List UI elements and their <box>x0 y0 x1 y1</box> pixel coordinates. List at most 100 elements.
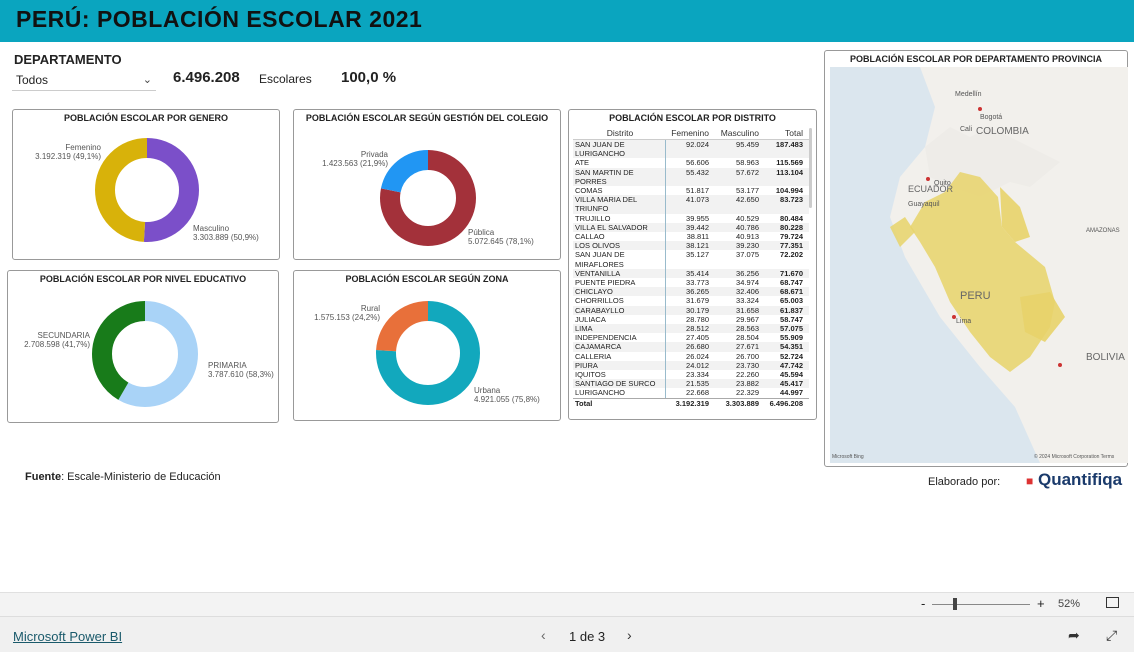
table-row[interactable]: Calleria 26.024 26.700 52.724 <box>573 351 809 361</box>
table-row[interactable]: Lima 28.512 28.563 57.075 <box>573 324 809 334</box>
table-cell: 65.003 <box>780 296 803 306</box>
table-cell: 24.012 <box>665 360 711 371</box>
table-cell: Calleria <box>575 351 612 361</box>
table-cell: 72.202 <box>780 250 803 260</box>
table-row[interactable]: Lurigancho 22.668 22.329 44.997 <box>573 388 809 398</box>
donut-zona[interactable] <box>376 301 480 405</box>
table-row[interactable]: Santiago de Surco 21.535 23.882 45.417 <box>573 379 809 389</box>
table-cell: 68.747 <box>780 278 803 288</box>
card-genero[interactable]: POBLACIÓN ESCOLAR POR GENERO Femenino 3.1… <box>12 109 280 260</box>
table-row[interactable]: Puente Piedra 33.773 34.974 68.747 <box>573 278 809 288</box>
table-cell: Cajamarca <box>575 342 622 352</box>
table-row[interactable]: Cajamarca 26.680 27.671 54.351 <box>573 342 809 352</box>
department-dropdown[interactable]: Todos ⌄ <box>12 71 156 91</box>
table-cell: 33.324 <box>736 296 759 306</box>
table-cell: 30.179 <box>665 305 711 315</box>
share-icon[interactable]: ➦ <box>1068 627 1080 644</box>
legend-rural: Rural 1.575.153 (24,2%) <box>314 304 380 322</box>
table-cell: 47.742 <box>780 360 803 370</box>
card-gestion[interactable]: POBLACIÓN ESCOLAR SEGÚN GESTIÓN DEL COLE… <box>293 109 561 260</box>
card-distrito-table[interactable]: POBLACIÓN ESCOLAR POR DISTRITO Distrito … <box>568 109 817 420</box>
table-row[interactable]: San Martin de Porres 55.432 57.672 113.104 <box>573 167 809 187</box>
fullscreen-icon[interactable]: ⤢ <box>1106 627 1117 644</box>
table-row[interactable]: Iquitos 23.334 22.260 45.594 <box>573 370 809 380</box>
donut-gestion[interactable] <box>380 150 476 246</box>
table-cell: 32.406 <box>736 287 759 297</box>
table-cell: 40.529 <box>736 213 759 223</box>
legend-publica: Pública 5.072.645 (78,1%) <box>468 228 534 246</box>
table-cell: 26.700 <box>736 351 759 361</box>
col-masculino[interactable]: Masculino <box>711 128 761 138</box>
table-row[interactable]: Ate 56.606 58.963 115.569 <box>573 158 809 168</box>
donut-nivel[interactable] <box>92 301 198 407</box>
map-label-peru: PERU <box>960 290 991 302</box>
table-cell: 71.670 <box>780 268 803 278</box>
table-row[interactable]: Los Olivos 38.121 39.230 77.351 <box>573 241 809 251</box>
table-cell: 79.724 <box>780 232 803 242</box>
table-row[interactable]: Carabayllo 30.179 31.658 61.837 <box>573 305 809 315</box>
map-label-guayaquil: Guayaquil <box>908 201 940 208</box>
table-row[interactable]: Piura 24.012 23.730 47.742 <box>573 360 809 371</box>
table-cell: 31.679 <box>665 296 711 306</box>
table-row[interactable]: San Juan de Lurigancho 92.024 95.459 187.48… <box>573 140 809 159</box>
table-cell: 21.535 <box>665 379 711 389</box>
table-cell: 58.963 <box>736 158 759 168</box>
table-row[interactable]: Chiclayo 36.265 32.406 68.671 <box>573 287 809 297</box>
table-body[interactable]: San Juan de Lurigancho 92.024 95.459 187.48… <box>573 140 809 398</box>
table-cell: 42.650 <box>736 195 759 205</box>
kpi-percent: 100,0 % <box>341 69 397 86</box>
table-cell: 55.432 <box>665 167 711 187</box>
card-nivel[interactable]: POBLACIÓN ESCOLAR POR NIVEL EDUCATIVO SE… <box>7 270 279 423</box>
table-cell: 31.658 <box>736 305 759 315</box>
table-cell: 35.414 <box>665 268 711 279</box>
table-row[interactable]: San Juan de Miraflores 35.127 37.075 72.202 <box>573 250 809 269</box>
table-scrollbar[interactable] <box>809 128 812 208</box>
map-label-amazonas: AMAZONAS <box>1086 228 1120 234</box>
zoom-in-button[interactable]: + <box>1037 596 1045 611</box>
table-cell: Juliaca <box>575 314 606 324</box>
table-cell: 57.672 <box>736 167 759 177</box>
table-cell: 40.913 <box>736 232 759 242</box>
table-row[interactable]: Villa El Salvador 39.442 40.786 80.228 <box>573 222 809 233</box>
zoom-out-button[interactable]: - <box>921 596 925 611</box>
map-attribution[interactable]: © 2024 Microsoft Corporation Terms <box>1034 453 1114 462</box>
distrito-table[interactable]: Distrito Femenino Masculino Total San Ju… <box>573 126 809 409</box>
table-total-row: Total 3.192.319 3.303.889 6.496.208 <box>573 398 809 409</box>
card-map[interactable]: POBLACIÓN ESCOLAR POR DEPARTAMENTO PROVI… <box>824 50 1128 467</box>
zoom-slider-thumb[interactable] <box>953 598 957 610</box>
donut-genero[interactable] <box>95 138 199 242</box>
zoom-slider-track[interactable] <box>932 604 1030 605</box>
card-title: POBLACIÓN ESCOLAR SEGÚN GESTIÓN DEL COLE… <box>305 113 549 123</box>
fit-page-icon[interactable] <box>1106 597 1119 608</box>
legend-urbana: Urbana 4.921.055 (75,8%) <box>474 386 540 404</box>
col-total[interactable]: Total <box>761 128 803 138</box>
table-cell: Ate <box>575 158 590 168</box>
zoom-bar: - + 52% <box>0 592 1134 616</box>
table-cell: Ventanilla <box>575 268 621 278</box>
col-femenino[interactable]: Femenino <box>665 128 711 138</box>
map-label-bolivia: BOLIVIA <box>1086 352 1125 363</box>
table-row[interactable]: Callao 38.811 40.913 79.724 <box>573 232 809 242</box>
table-cell: 37.075 <box>736 250 759 260</box>
table-row[interactable]: Chorrillos 31.679 33.324 65.003 <box>573 296 809 306</box>
power-bi-link[interactable]: Microsoft Power BI <box>13 629 122 644</box>
table-row[interactable]: Independencia 27.405 28.504 55.909 <box>573 333 809 343</box>
table-row[interactable]: Villa Maria del Triunfo 41.073 42.650 83.72… <box>573 195 809 214</box>
table-row[interactable]: Comas 51.817 53.177 104.994 <box>573 186 809 196</box>
table-row[interactable]: Trujillo 39.955 40.529 80.484 <box>573 213 809 223</box>
table-cell: 39.442 <box>665 222 711 233</box>
map-view[interactable]: COLOMBIA Bogotá Medellín Cali Quito ECUA… <box>830 67 1128 463</box>
next-page-icon[interactable]: › <box>627 627 632 643</box>
footer-bar: Microsoft Power BI ‹ 1 de 3 › ➦ ⤢ <box>0 616 1134 652</box>
table-cell: 27.405 <box>665 333 711 343</box>
card-title: POBLACIÓN ESCOLAR POR DEPARTAMENTO PROVI… <box>849 54 1102 64</box>
table-cell: Villa El Salvador <box>575 222 648 232</box>
table-cell: 28.563 <box>736 324 759 334</box>
card-zona[interactable]: POBLACIÓN ESCOLAR SEGÚN ZONA Rural 1.575.… <box>293 270 561 421</box>
prev-page-icon[interactable]: ‹ <box>541 627 546 643</box>
map-label-medellin: Medellín <box>955 91 982 98</box>
card-title: POBLACIÓN ESCOLAR POR DISTRITO <box>609 113 776 123</box>
table-row[interactable]: Ventanilla 35.414 36.256 71.670 <box>573 268 809 279</box>
table-row[interactable]: Juliaca 28.780 29.967 58.747 <box>573 314 809 325</box>
col-distrito[interactable]: Distrito <box>573 128 665 138</box>
